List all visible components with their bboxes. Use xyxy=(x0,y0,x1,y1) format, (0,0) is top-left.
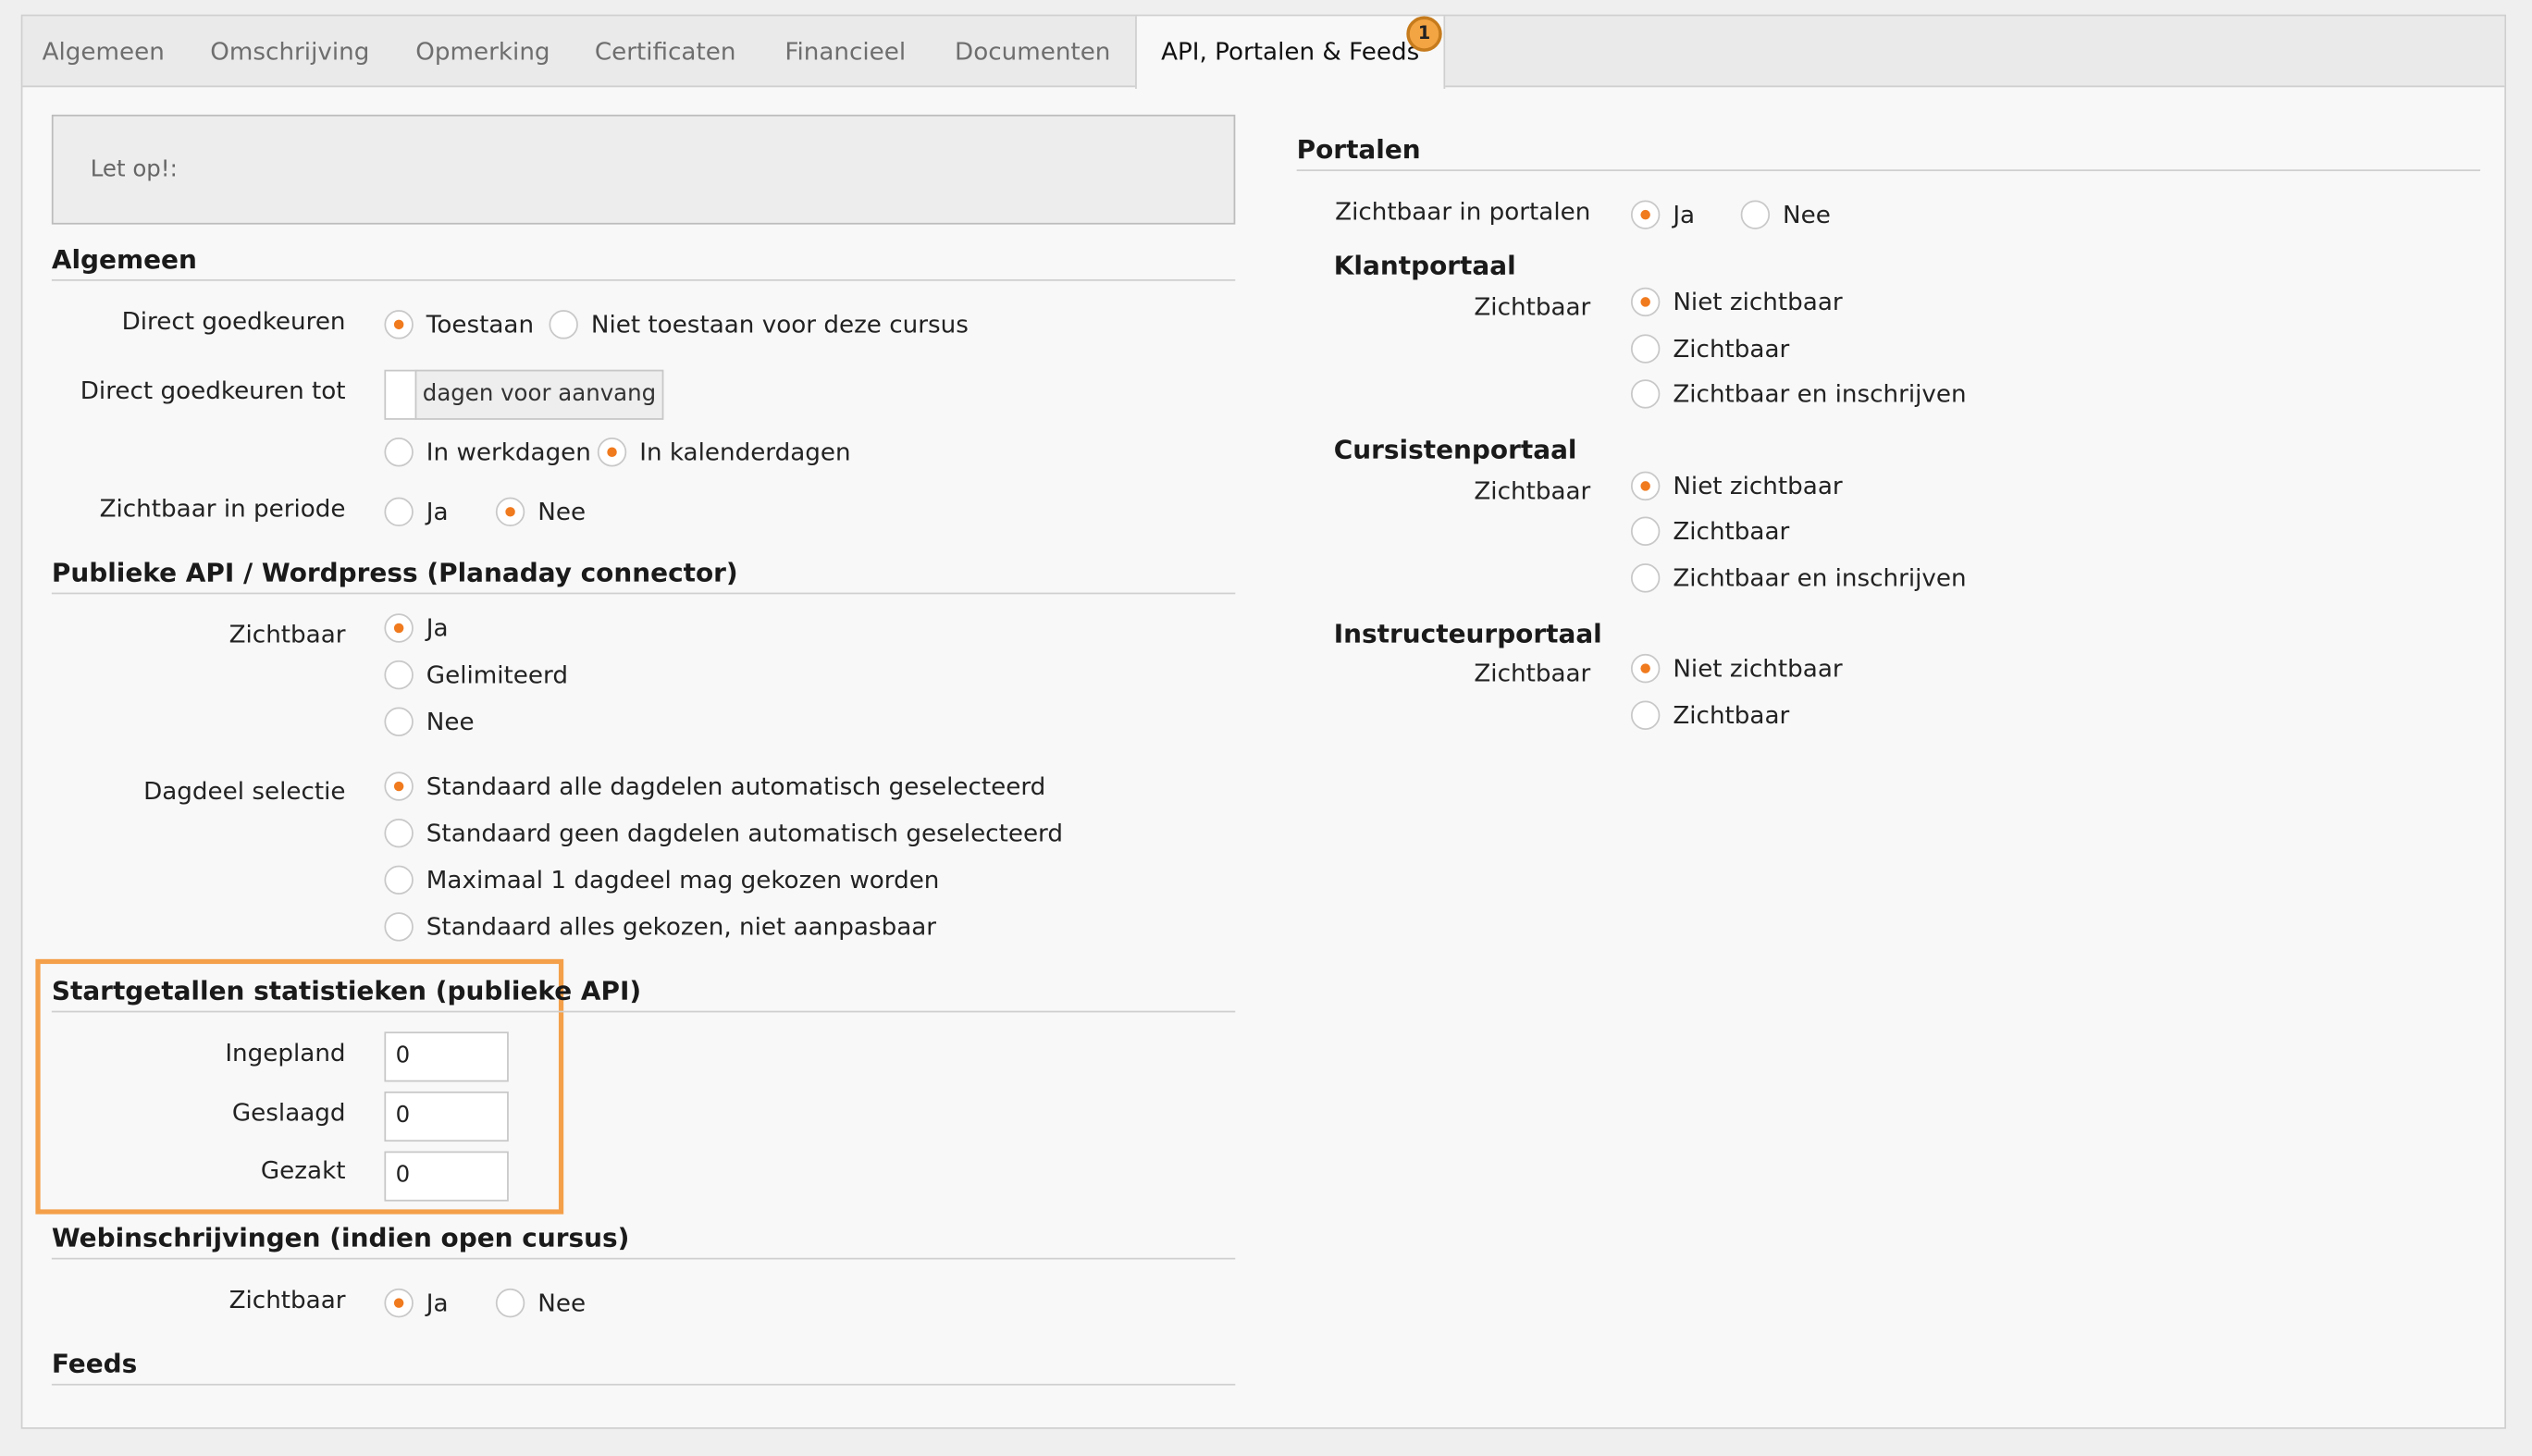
radio-icon[interactable] xyxy=(1630,379,1661,409)
radio-periode-ja[interactable]: Ja xyxy=(384,497,449,527)
input-gezakt[interactable]: 0 xyxy=(384,1151,509,1202)
radio-icon[interactable] xyxy=(1630,516,1661,546)
section-divider xyxy=(51,1383,1236,1386)
radio-icon[interactable] xyxy=(1630,471,1661,501)
radio-icon[interactable] xyxy=(1630,287,1661,317)
input-ingepland[interactable]: 0 xyxy=(384,1031,509,1082)
page-frame: Algemeen Omschrijving Opmerking Certific… xyxy=(0,0,2532,1456)
radio-icon[interactable] xyxy=(384,438,414,467)
label-klant-zichtbaar: Zichtbaar xyxy=(1474,291,1591,322)
label-direct-goedkeuren-tot: Direct goedkeuren tot xyxy=(80,376,346,406)
label-direct-goedkeuren: Direct goedkeuren xyxy=(121,306,346,337)
radio-cursist-niet-zichtbaar[interactable]: Niet zichtbaar xyxy=(1630,471,1843,501)
section-divider xyxy=(51,1257,1236,1260)
radio-icon[interactable] xyxy=(549,310,578,339)
radio-instructeur-niet-zichtbaar[interactable]: Niet zichtbaar xyxy=(1630,653,1843,684)
label-gezakt: Gezakt xyxy=(260,1155,346,1186)
days-input[interactable] xyxy=(384,369,417,420)
days-addon: dagen voor aanvang xyxy=(414,369,664,420)
subsection-title-cursistenportaal: Cursistenportaal xyxy=(1333,434,1577,465)
radio-toestaan[interactable]: Toestaan xyxy=(384,310,534,339)
radio-portalen-nee[interactable]: Nee xyxy=(1740,200,1831,229)
radio-instructeur-zichtbaar[interactable]: Zichtbaar xyxy=(1630,700,1789,730)
radio-icon[interactable] xyxy=(384,497,414,527)
radio-api-nee[interactable]: Nee xyxy=(384,707,475,736)
label-instructeur-zichtbaar: Zichtbaar xyxy=(1474,659,1591,688)
radio-api-ja[interactable]: Ja xyxy=(384,613,449,643)
section-title-portalen: Portalen xyxy=(1296,133,1421,166)
label-cursist-zichtbaar: Zichtbaar xyxy=(1474,475,1591,506)
radio-web-nee[interactable]: Nee xyxy=(495,1288,586,1318)
section-title-feeds: Feeds xyxy=(51,1348,138,1379)
notice-text: Let op!: xyxy=(90,156,178,183)
radio-icon[interactable] xyxy=(1740,200,1771,229)
tab-opmerking[interactable]: Opmerking xyxy=(396,16,571,87)
label-dagdeel-selectie: Dagdeel selectie xyxy=(143,776,346,807)
radio-klant-niet-zichtbaar[interactable]: Niet zichtbaar xyxy=(1630,287,1843,317)
radio-icon[interactable] xyxy=(384,818,414,848)
radio-icon[interactable] xyxy=(597,438,627,467)
section-divider xyxy=(51,592,1236,595)
label-zichtbaar-portalen: Zichtbaar in portalen xyxy=(1335,196,1591,227)
section-divider xyxy=(1296,169,2481,172)
label-geslaagd: Geslaagd xyxy=(231,1097,346,1128)
radio-icon[interactable] xyxy=(495,497,525,527)
section-title-publieke-api: Publieke API / Wordpress (Planaday conne… xyxy=(51,557,738,588)
tab-algemeen[interactable]: Algemeen xyxy=(22,16,184,87)
radio-icon[interactable] xyxy=(384,613,414,643)
radio-klant-zichtbaar[interactable]: Zichtbaar xyxy=(1630,334,1789,364)
radio-dagdeel-alle[interactable]: Standaard alle dagdelen automatisch gese… xyxy=(384,771,1045,801)
label-zichtbaar-periode: Zichtbaar in periode xyxy=(99,494,346,524)
tab-api-portalen-feeds[interactable]: API, Portalen & Feeds xyxy=(1135,16,1446,90)
radio-icon[interactable] xyxy=(384,912,414,942)
label-web-zichtbaar: Zichtbaar xyxy=(228,1285,346,1314)
radio-icon[interactable] xyxy=(384,771,414,801)
radio-cursist-zichtbaar-inschrijven[interactable]: Zichtbaar en inschrijven xyxy=(1630,563,1967,593)
tab-documenten[interactable]: Documenten xyxy=(930,16,1135,87)
radio-icon[interactable] xyxy=(384,660,414,690)
radio-dagdeel-max1[interactable]: Maximaal 1 dagdeel mag gekozen worden xyxy=(384,865,939,895)
label-ingepland: Ingepland xyxy=(225,1038,346,1067)
tab-omschrijving[interactable]: Omschrijving xyxy=(184,16,396,87)
radio-icon[interactable] xyxy=(384,1288,414,1318)
content-panel: Algemeen Omschrijving Opmerking Certific… xyxy=(20,14,2507,1429)
subsection-title-klantportaal: Klantportaal xyxy=(1333,250,1516,281)
tab-certificaten[interactable]: Certificaten xyxy=(570,16,760,87)
section-title-webinschrijvingen: Webinschrijvingen (indien open cursus) xyxy=(51,1222,630,1253)
subsection-title-instructeurportaal: Instructeurportaal xyxy=(1333,618,1602,649)
radio-icon[interactable] xyxy=(1630,334,1661,364)
radio-dagdeel-alles[interactable]: Standaard alles gekozen, niet aanpasbaar xyxy=(384,912,936,942)
radio-icon[interactable] xyxy=(1630,700,1661,730)
tab-financieel[interactable]: Financieel xyxy=(760,16,930,87)
radio-werkdagen[interactable]: In werkdagen xyxy=(384,438,591,467)
notification-badge: 1 xyxy=(1406,16,1442,52)
section-title-algemeen: Algemeen xyxy=(51,243,197,275)
notice-box: Let op!: xyxy=(51,114,1236,225)
section-divider xyxy=(51,1010,1236,1013)
radio-web-ja[interactable]: Ja xyxy=(384,1288,449,1318)
radio-icon[interactable] xyxy=(1630,563,1661,593)
input-geslaagd[interactable]: 0 xyxy=(384,1091,509,1142)
radio-icon[interactable] xyxy=(384,865,414,895)
radio-api-gelimiteerd[interactable]: Gelimiteerd xyxy=(384,660,568,690)
section-title-startgetallen: Startgetallen statistieken (publieke API… xyxy=(51,975,642,1006)
radio-kalenderdagen[interactable]: In kalenderdagen xyxy=(597,438,851,467)
radio-icon[interactable] xyxy=(384,707,414,736)
radio-portalen-ja[interactable]: Ja xyxy=(1630,200,1695,229)
radio-niet-toestaan[interactable]: Niet toestaan voor deze cursus xyxy=(549,310,969,339)
radio-icon[interactable] xyxy=(495,1288,525,1318)
label-api-zichtbaar: Zichtbaar xyxy=(228,620,346,649)
tab-bar: Algemeen Omschrijving Opmerking Certific… xyxy=(22,16,2505,90)
radio-cursist-zichtbaar[interactable]: Zichtbaar xyxy=(1630,516,1789,546)
radio-periode-nee[interactable]: Nee xyxy=(495,497,586,527)
radio-dagdeel-geen[interactable]: Standaard geen dagdelen automatisch gese… xyxy=(384,818,1063,848)
section-divider xyxy=(51,278,1236,281)
radio-klant-zichtbaar-inschrijven[interactable]: Zichtbaar en inschrijven xyxy=(1630,379,1967,409)
radio-icon[interactable] xyxy=(384,310,414,339)
radio-icon[interactable] xyxy=(1630,200,1661,229)
radio-icon[interactable] xyxy=(1630,653,1661,684)
